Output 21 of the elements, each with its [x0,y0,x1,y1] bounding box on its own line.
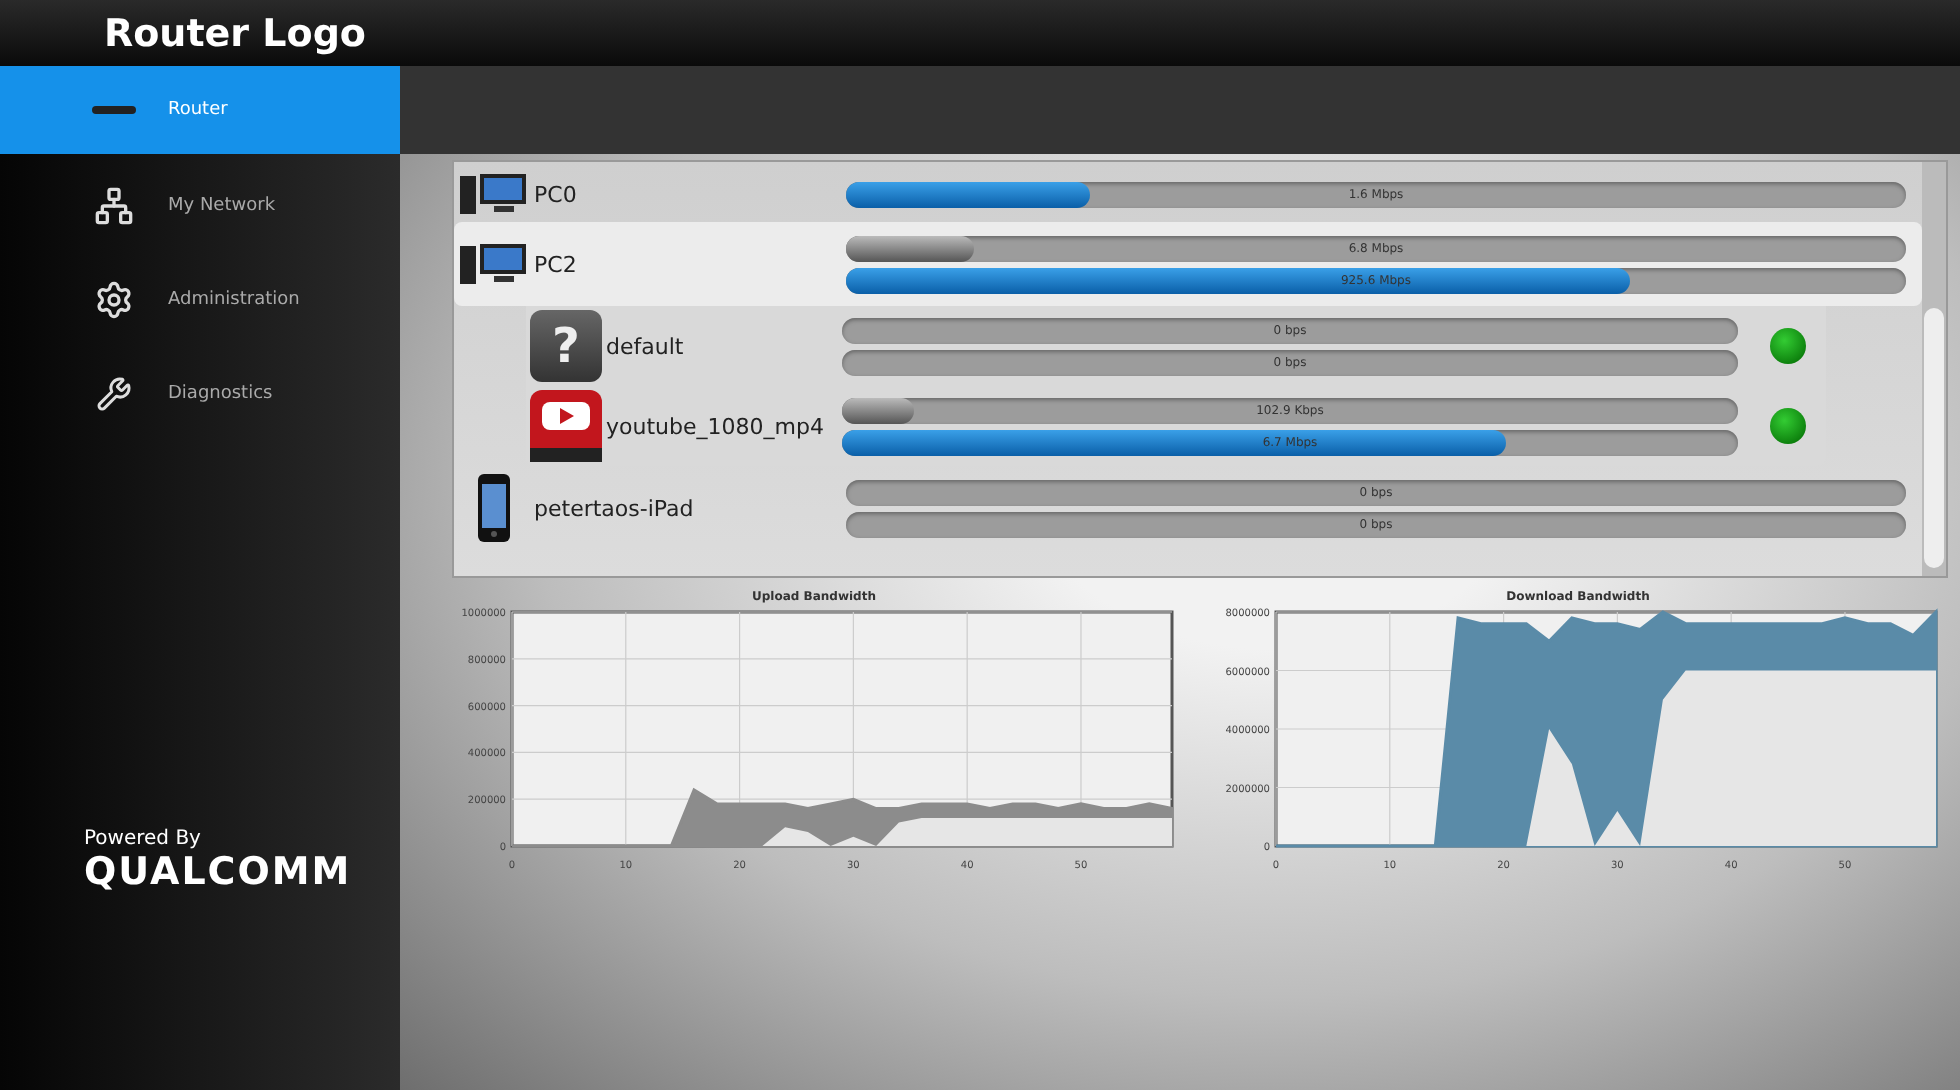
device-name: PC2 [534,251,577,277]
sidebar-item[interactable]: Administration [0,256,400,344]
wrench-icon [96,376,132,412]
powered-by-text: Powered By [84,828,203,850]
desktop-computer-icon [460,172,528,216]
video-app-icon [530,390,602,462]
network-icon [94,186,134,226]
sidebar-item[interactable]: Diagnostics [0,350,400,438]
brand-logo: QUALCOMM [84,850,354,894]
scrollbar-thumb[interactable] [1924,308,1944,568]
phone-icon [478,474,510,542]
application-name: youtube_1080_mp4 [606,413,824,439]
router-logo: Router Logo [104,11,366,55]
desktop-computer-icon [460,242,528,286]
device-name: petertaos-iPad [534,495,694,521]
sidebar-item[interactable]: My Network [0,162,400,250]
settings-icon [94,280,134,320]
question-mark-glyph: ? [552,318,580,374]
device-name: PC0 [534,181,577,207]
application-name: default [606,333,684,359]
router-icon [92,106,136,114]
